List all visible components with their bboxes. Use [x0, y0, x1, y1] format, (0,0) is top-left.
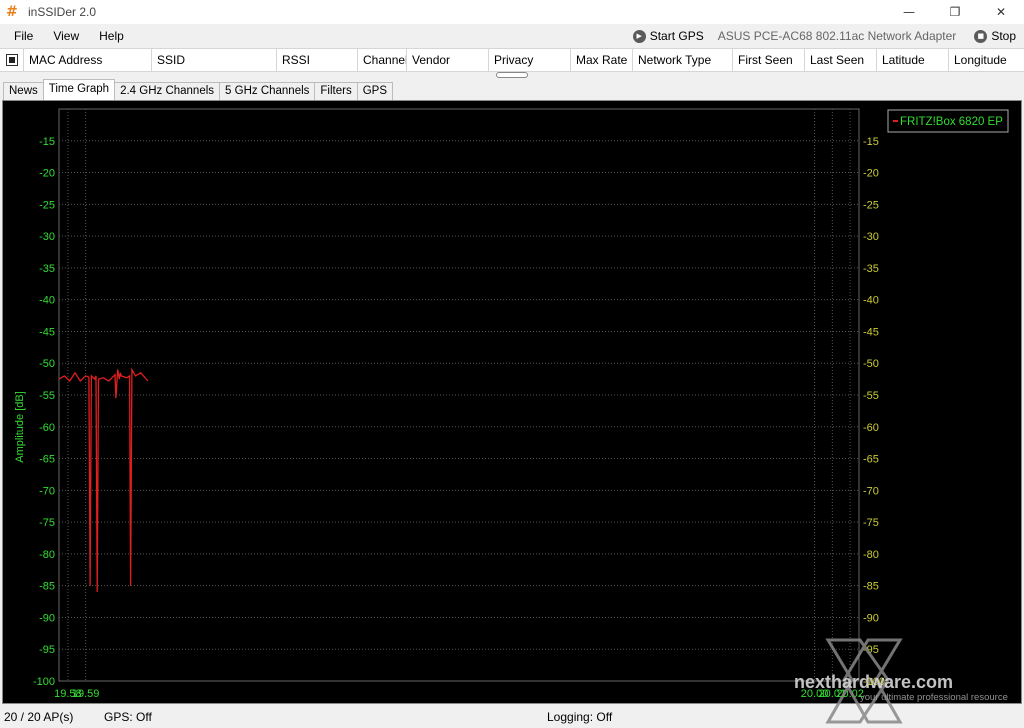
y-tick-label: -75: [39, 517, 55, 529]
legend-item-fritzbox: FRITZ!Box 6820 EP: [900, 116, 1003, 128]
y-tick-label-right: -75: [863, 517, 879, 529]
stop-label: Stop: [991, 29, 1016, 43]
tab-gps[interactable]: GPS: [356, 82, 394, 100]
title-bar: # inSSIDer 2.0 — ❐ ✕: [0, 0, 1024, 24]
column-ssid[interactable]: SSID: [152, 49, 277, 71]
y-axis-label: Amplitude [dB]: [14, 391, 26, 463]
network-list-header: MAC Address SSID RSSI Channel Vendor Pri…: [0, 48, 1024, 72]
y-tick-label-right: -80: [863, 549, 879, 561]
column-network-type[interactable]: Network Type: [633, 49, 733, 71]
y-tick-label: -60: [39, 422, 55, 434]
y-tick-label: -90: [39, 612, 55, 624]
panel-splitter-handle[interactable]: [496, 72, 528, 78]
menubar-actions: ▶ Start GPS ASUS PCE-AC68 802.11ac Netwo…: [632, 24, 1024, 48]
hash-icon: #: [6, 4, 18, 20]
tab-24ghz-channels[interactable]: 2.4 GHz Channels: [114, 82, 221, 100]
y-tick-label-right: -90: [863, 612, 879, 624]
logging-status: Logging: Off: [547, 710, 613, 724]
column-vendor[interactable]: Vendor: [407, 49, 489, 71]
stop-button[interactable]: ■ Stop: [974, 29, 1016, 43]
y-tick-label: -95: [39, 644, 55, 656]
x-tick-label: 19.59: [72, 688, 100, 700]
y-tick-label: -20: [39, 168, 55, 180]
ap-count: 20 / 20 AP(s): [4, 710, 74, 724]
y-tick-label-right: -60: [863, 422, 879, 434]
tab-filters[interactable]: Filters: [314, 82, 358, 100]
legend-swatch: [893, 120, 898, 122]
tab-time-graph[interactable]: Time Graph: [42, 79, 116, 100]
y-tick-label: -70: [39, 485, 55, 497]
column-longitude[interactable]: Longitude: [949, 49, 1024, 71]
status-bar: 20 / 20 AP(s) GPS: Off Logging: Off: [0, 706, 1024, 728]
tab-news[interactable]: News: [3, 82, 44, 100]
y-tick-label: -65: [39, 454, 55, 466]
app-window: # inSSIDer 2.0 — ❐ ✕ File View Help ▶ St…: [0, 0, 1024, 728]
y-tick-label: -55: [39, 390, 55, 402]
stop-icon: ■: [974, 29, 988, 43]
x-tick-label: 20.02: [836, 688, 864, 700]
y-tick-label: -30: [39, 231, 55, 243]
y-tick-label-right: -35: [863, 263, 879, 275]
y-tick-label: -50: [39, 358, 55, 370]
menu-file[interactable]: File: [0, 24, 43, 48]
column-privacy[interactable]: Privacy: [489, 49, 571, 71]
time-graph-chart: -15 -15 -20 -20 -25 -25 -30 -30 -35 -35 -40 -40 -45 -…: [14, 108, 1009, 700]
legend: FRITZ!Box 6820 EP: [887, 109, 1009, 133]
checkbox-box: [5, 54, 18, 66]
adapter-selector[interactable]: ASUS PCE-AC68 802.11ac Network Adapter: [718, 29, 957, 43]
y-tick-label-right: -95: [863, 644, 879, 656]
y-tick-label-right: -70: [863, 485, 879, 497]
start-gps-button[interactable]: ▶ Start GPS: [632, 29, 704, 43]
y-tick-label-right: -15: [863, 136, 879, 148]
window-title: inSSIDer 2.0: [28, 5, 97, 19]
y-tick-label: -45: [39, 326, 55, 338]
y-tick-label: -80: [39, 549, 55, 561]
column-channel[interactable]: Channel: [358, 49, 407, 71]
y-tick-label: -40: [39, 295, 55, 307]
column-mac-address[interactable]: MAC Address: [24, 49, 152, 71]
start-gps-label: Start GPS: [649, 29, 704, 43]
tab-bar: News Time Graph 2.4 GHz Channels 5 GHz C…: [0, 79, 1024, 100]
y-tick-label: -85: [39, 581, 55, 593]
y-tick-label-right: -30: [863, 231, 879, 243]
y-tick-label: -35: [39, 263, 55, 275]
y-tick-label-right: -55: [863, 390, 879, 402]
play-icon: ▶: [632, 29, 646, 43]
y-tick-label-right: -85: [863, 581, 879, 593]
checkbox-mark: [8, 57, 15, 63]
y-tick-label-right: -40: [863, 295, 879, 307]
y-tick-label-right: -20: [863, 168, 879, 180]
restore-button[interactable]: ❐: [932, 0, 978, 24]
column-max-rate[interactable]: Max Rate: [571, 49, 633, 71]
window-controls: — ❐ ✕: [886, 0, 1024, 24]
column-first-seen[interactable]: First Seen: [733, 49, 805, 71]
y-tick-label: -15: [39, 136, 55, 148]
y-tick-label: -100: [33, 676, 55, 688]
minimize-button[interactable]: —: [886, 0, 932, 24]
time-graph-panel: -15 -15 -20 -20 -25 -25 -30 -30 -35 -35 -40 -40 -45 -…: [2, 100, 1022, 704]
menu-bar: File View Help ▶ Start GPS ASUS PCE-AC68…: [0, 24, 1024, 48]
column-latitude[interactable]: Latitude: [877, 49, 949, 71]
close-button[interactable]: ✕: [978, 0, 1024, 24]
y-tick-label-right: -65: [863, 454, 879, 466]
y-tick-label-right: -25: [863, 199, 879, 211]
column-last-seen[interactable]: Last Seen: [805, 49, 877, 71]
gps-status: GPS: Off: [104, 710, 152, 724]
select-all-checkbox[interactable]: [0, 49, 24, 71]
y-tick-label-right: -45: [863, 326, 879, 338]
y-tick-label: -25: [39, 199, 55, 211]
series-line-0: [58, 367, 149, 593]
menu-help[interactable]: Help: [89, 24, 134, 48]
column-rssi[interactable]: RSSI: [277, 49, 358, 71]
menu-view[interactable]: View: [43, 24, 89, 48]
y-tick-label-right: -100: [863, 676, 885, 688]
tab-5ghz-channels[interactable]: 5 GHz Channels: [219, 82, 316, 100]
y-tick-label-right: -50: [863, 358, 879, 370]
